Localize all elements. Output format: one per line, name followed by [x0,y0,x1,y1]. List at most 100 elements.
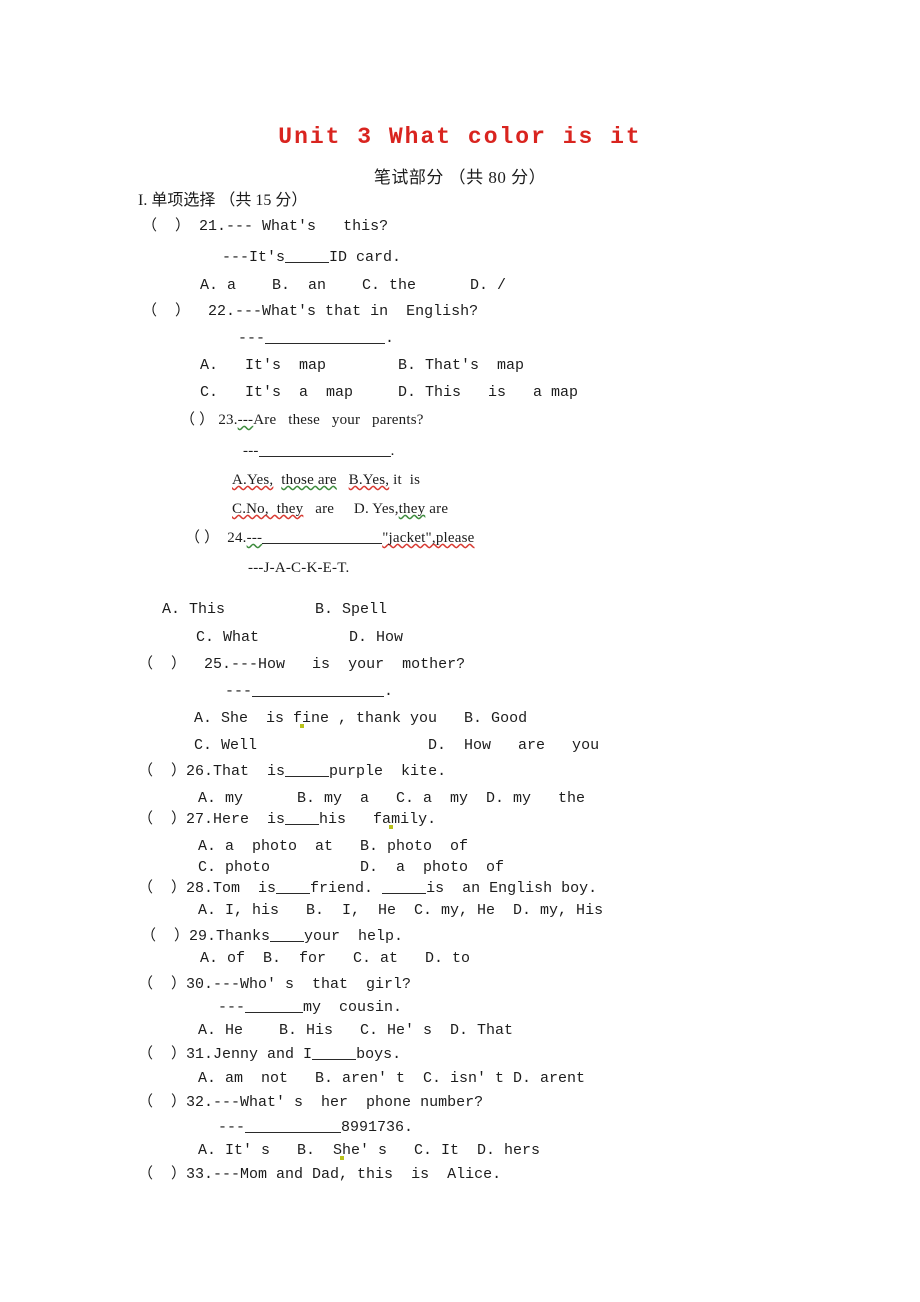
q25-option-a-post[interactable]: ine , thank you B. Good [302,710,527,727]
q29-marker: （ ） [141,928,190,945]
q23-dashes: --- [237,412,254,428]
q28-stem-mid: friend. [310,880,374,897]
q32-marker: （ ） [138,1094,187,1111]
q23-option-d[interactable]: D. Yes, [354,501,399,517]
document-page: Unit 3 What color is it 笔试部分 （共 80 分） I.… [0,0,920,1302]
question-23-options-ab[interactable]: A.Yes, those are B.Yes, it is [232,472,420,489]
question-27-options-ab[interactable]: A. a photo at B. photo of [198,838,468,855]
q32-stem2-post: 8991736. [341,1119,414,1136]
question-26-options[interactable]: A. my B. my a C. a my D. my the [198,790,585,807]
q24-stem-tail: "jacket",please [382,530,475,546]
q22-marker: （ ） [142,303,191,320]
q23-option-b-text[interactable]: it is [393,472,420,488]
q32-stem-text: ---What' s her phone number? [213,1094,484,1111]
q23-option-a-text[interactable]: those are [281,472,337,488]
q23-marker: （ ） [180,412,215,428]
q28-marker: （ ） [138,880,187,897]
q30-stem-text: ---Who' s that girl? [213,976,412,993]
question-23-stem: （ ） 23.---Are these your parents? [180,412,424,429]
q23-option-d-tail[interactable]: are [429,501,448,517]
q28-stem-pre: Tom is [213,880,277,897]
q23-option-a[interactable]: A.Yes, [232,472,273,488]
q27-stem-post-a: his fa [319,811,392,828]
question-25-options-ab[interactable]: A. She is fine , thank you B. Good [194,710,527,727]
q21-marker: （ ） [142,218,191,235]
q25-marker: （ ） [138,656,187,673]
q31-stem-post: boys. [356,1046,402,1063]
question-32-options[interactable]: A. It' s B. She' s C. It D. hers [198,1142,540,1159]
question-27-stem: （ ）27.Here is his family. [138,811,436,828]
question-30-answer-line: --- my cousin. [218,999,402,1016]
q22-stem2-pre: --- [238,330,266,347]
question-21-options[interactable]: A. a B. an C. the D. / [200,277,506,294]
question-29-stem: （ ）29.Thanks your help. [141,928,403,945]
q25-stem-text: ---How is your mother? [231,656,466,673]
question-32-answer-line: --- 8991736. [218,1119,413,1136]
question-24-options-cd[interactable]: C. What D. How [196,629,403,646]
page-subtitle: 笔试部分 （共 80 分） [373,168,547,187]
q25-number: 25. [204,656,232,673]
q27-stem-post-b: mily. [391,811,437,828]
q31-number: 31. [186,1046,214,1063]
q23-stem2-pre: --- [243,443,259,459]
q31-blank[interactable] [312,1059,357,1060]
q21-stem2-pre: ---It's [222,249,286,266]
q31-stem-pre: Jenny and I [213,1046,313,1063]
q24-marker: （ ） [185,530,220,546]
q28-blank-2[interactable] [382,893,427,894]
question-22-options-ab[interactable]: A. It's map B. That's map [200,357,524,374]
q28-stem-post: is an English boy. [426,880,598,897]
q26-blank[interactable] [285,776,330,777]
q23-option-d-text[interactable]: they [399,501,426,517]
question-29-options[interactable]: A. of B. for C. at D. to [200,950,470,967]
q33-marker: （ ） [138,1166,187,1183]
q22-blank[interactable] [265,343,386,344]
q24-dashes: --- [246,530,263,546]
q23-option-c-text[interactable]: are [315,501,334,517]
question-31-stem: （ ）31.Jenny and I boys. [138,1046,401,1063]
question-23-options-cd[interactable]: C.No, they are D. Yes,they are [232,501,448,518]
question-28-options[interactable]: A. I, his B. I, He C. my, He D. my, His [198,902,603,919]
q23-option-c[interactable]: C.No, they [232,501,303,517]
question-22-options-cd[interactable]: C. It's a map D. This is a map [200,384,578,401]
q33-number: 33. [186,1166,214,1183]
question-28-stem: （ ）28.Tom is friend. is an English boy. [138,880,597,897]
section-heading: I. 单项选择 （共 15 分） [138,192,308,209]
q25-blank[interactable] [252,696,385,697]
q24-blank[interactable] [262,543,383,544]
q28-blank-1[interactable] [276,893,311,894]
q32-options-post[interactable]: he' s C. It D. hers [342,1142,540,1159]
question-32-stem: （ ）32.---What' s her phone number? [138,1094,483,1111]
q27-blank[interactable] [285,824,320,825]
q26-number: 26. [186,763,214,780]
question-25-options-cd[interactable]: C. Well D. How are you [194,737,599,754]
q29-stem-pre: Thanks [216,928,271,945]
question-27-options-cd[interactable]: C. photo D. a photo of [198,859,504,876]
q32-options-pre[interactable]: A. It' s B. S [198,1142,342,1159]
q29-number: 29. [189,928,217,945]
q23-option-b[interactable]: B.Yes, [349,472,390,488]
question-21-stem: （ ） 21.--- What's this? [142,218,388,235]
question-31-options[interactable]: A. am not B. aren' t C. isn' t D. arent [198,1070,585,1087]
question-30-options[interactable]: A. He B. His C. He' s D. That [198,1022,513,1039]
q27-marker: （ ） [138,811,187,828]
question-24-options-ab[interactable]: A. This B. Spell [162,601,387,618]
question-33-stem: （ ）33.---Mom and Dad, this is Alice. [138,1166,501,1183]
q26-stem-pre: That is [213,763,286,780]
q29-stem-post: your help. [304,928,404,945]
q22-number: 22. [208,303,236,320]
q29-blank[interactable] [270,941,305,942]
q25-option-a-pre[interactable]: A. She is f [194,710,302,727]
q22-stem-text: ---What's that in English? [235,303,479,320]
question-21-answer-line: ---It's ID card. [222,249,401,266]
q23-blank[interactable] [258,456,391,457]
q21-blank[interactable] [285,262,330,263]
q30-stem2-pre: --- [218,999,246,1016]
q21-stem2-post: ID card. [329,249,402,266]
q27-number: 27. [186,811,214,828]
question-30-stem: （ ）30.---Who' s that girl? [138,976,411,993]
q23-stem2-post: . [390,443,395,459]
q33-stem-text: ---Mom and Dad, this is Alice. [213,1166,502,1183]
q30-blank[interactable] [245,1012,304,1013]
q32-blank[interactable] [245,1132,342,1133]
